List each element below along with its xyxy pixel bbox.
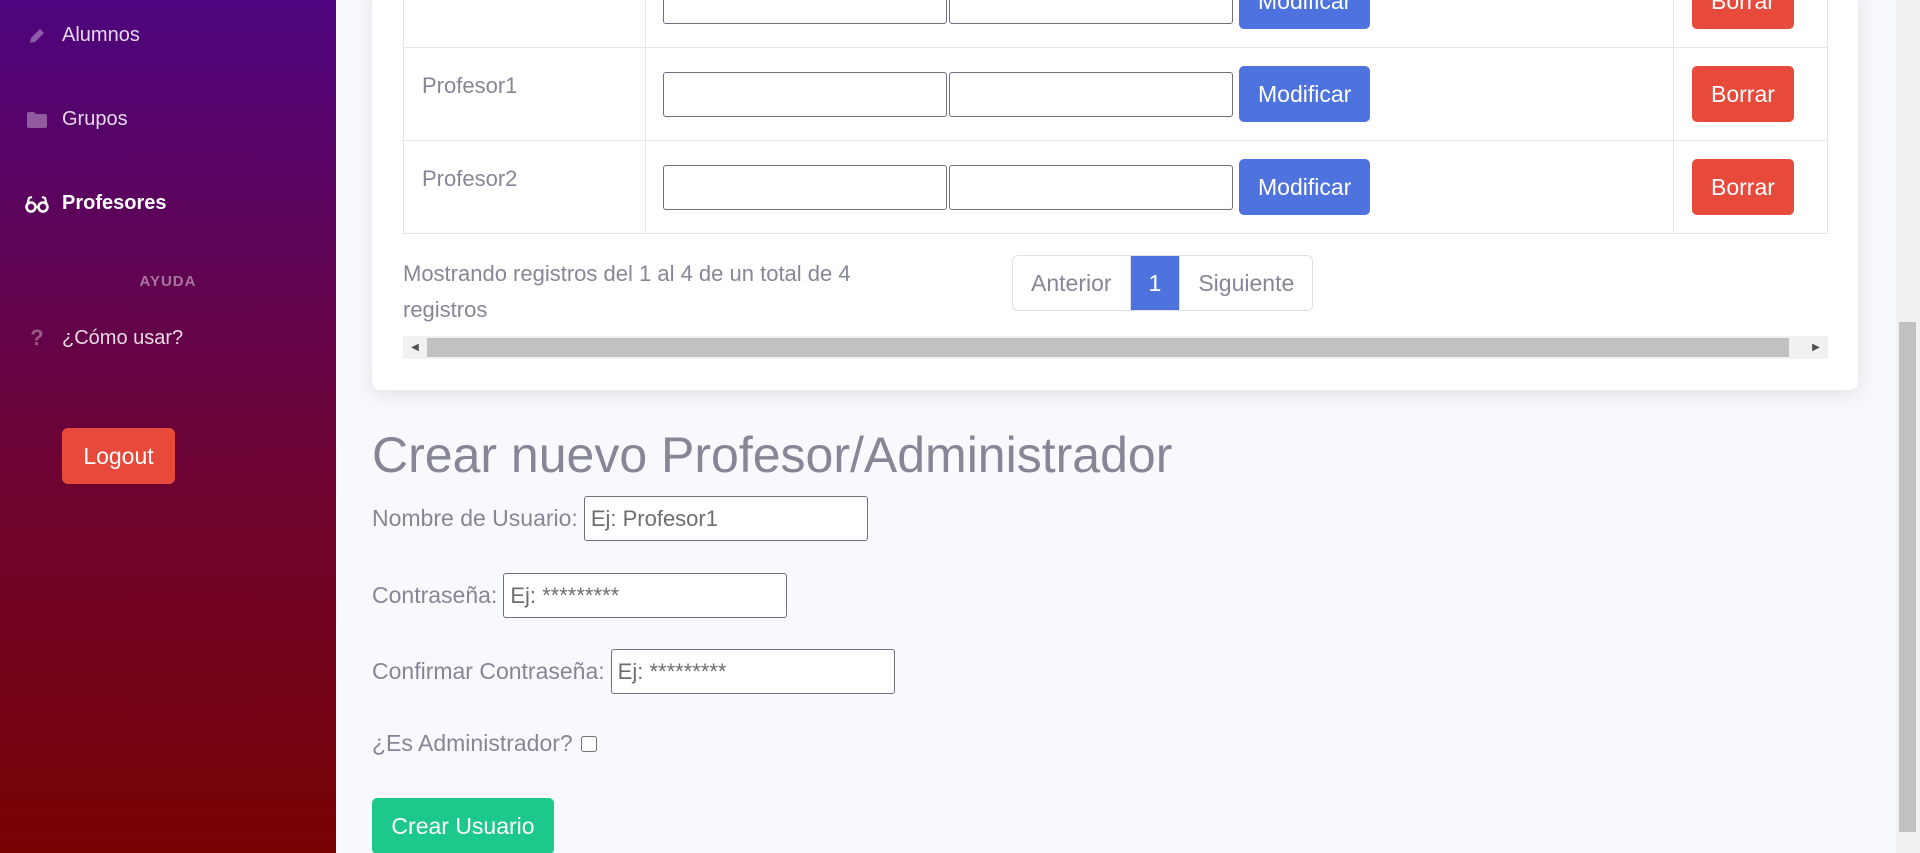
- username-edit-input[interactable]: [663, 0, 947, 24]
- scrollbar-thumb[interactable]: [427, 338, 1789, 357]
- sidebar-item-label: ¿Cómo usar?: [62, 326, 184, 349]
- folder-icon: [25, 111, 49, 129]
- modify-button[interactable]: Modificar: [1239, 0, 1371, 29]
- password-edit-input[interactable]: [949, 164, 1233, 210]
- edit-cell: Modificar: [645, 0, 1674, 48]
- password-input[interactable]: [503, 573, 788, 618]
- sidebar-item-como-usar[interactable]: ? ¿Cómo usar?: [25, 325, 183, 351]
- user-name-cell: [403, 0, 646, 48]
- delete-cell: Borrar: [1673, 140, 1828, 234]
- admin-label: ¿Es Administrador?: [372, 730, 573, 756]
- sidebar-item-profesores[interactable]: Profesores: [25, 192, 167, 215]
- users-table: Modificar Borrar Profesor1 Modificar Bor…: [403, 0, 1828, 234]
- password-edit-input[interactable]: [949, 0, 1233, 24]
- sidebar-item-label: Grupos: [62, 108, 128, 130]
- user-name-cell: Profesor1: [403, 47, 646, 141]
- create-user-button[interactable]: Crear Usuario: [372, 798, 554, 853]
- modify-button[interactable]: Modificar: [1239, 159, 1371, 215]
- admin-row: ¿Es Administrador?: [372, 730, 597, 757]
- table-horizontal-scrollbar[interactable]: ◀ ▶: [403, 336, 1828, 359]
- pagination-previous[interactable]: Anterior: [1013, 256, 1131, 310]
- username-edit-input[interactable]: [663, 71, 947, 117]
- username-input[interactable]: [583, 496, 868, 541]
- pagination-next[interactable]: Siguiente: [1180, 256, 1312, 310]
- username-edit-input[interactable]: [663, 164, 947, 210]
- password-row: Contraseña:: [372, 573, 788, 618]
- confirm-password-row: Confirmar Contraseña:: [372, 649, 895, 694]
- password-edit-input[interactable]: [949, 71, 1233, 117]
- page-vertical-scrollbar[interactable]: [1896, 0, 1920, 853]
- scroll-right-icon[interactable]: ▶: [1804, 336, 1828, 359]
- modify-button[interactable]: Modificar: [1239, 66, 1371, 122]
- edit-cell: Modificar: [645, 47, 1674, 141]
- table-row: Profesor1 Modificar Borrar: [403, 47, 1828, 141]
- glasses-icon: [25, 195, 49, 213]
- sidebar-item-grupos[interactable]: Grupos: [25, 108, 128, 131]
- sidebar-item-alumnos[interactable]: Alumnos: [25, 24, 140, 47]
- scroll-left-icon[interactable]: ◀: [403, 336, 427, 359]
- username-label: Nombre de Usuario:: [372, 505, 578, 531]
- username-row: Nombre de Usuario:: [372, 496, 868, 541]
- password-label: Contraseña:: [372, 582, 498, 608]
- delete-button[interactable]: Borrar: [1692, 66, 1794, 122]
- delete-cell: Borrar: [1673, 0, 1828, 48]
- delete-button[interactable]: Borrar: [1692, 159, 1794, 215]
- confirm-password-label: Confirmar Contraseña:: [372, 658, 605, 684]
- sidebar-item-label: Profesores: [62, 192, 167, 214]
- pencil-icon: [25, 26, 49, 46]
- pagination-page-1[interactable]: 1: [1130, 256, 1181, 310]
- delete-button[interactable]: Borrar: [1692, 0, 1794, 29]
- delete-cell: Borrar: [1673, 47, 1828, 141]
- sidebar: Alumnos Grupos Profesores AYUDA ? ¿Cómo …: [0, 0, 336, 853]
- pagination: Anterior 1 Siguiente: [1012, 255, 1314, 311]
- table-row: Modificar Borrar: [403, 0, 1828, 48]
- form-title: Crear nuevo Profesor/Administrador: [372, 427, 1173, 483]
- confirm-password-input[interactable]: [610, 649, 895, 694]
- table-info: Mostrando registros del 1 al 4 de un tot…: [403, 261, 851, 322]
- scrollbar-thumb[interactable]: [1899, 322, 1916, 832]
- admin-checkbox[interactable]: [580, 735, 597, 752]
- sidebar-item-label: Alumnos: [62, 24, 140, 46]
- sidebar-heading-ayuda: AYUDA: [139, 273, 197, 290]
- table-row: Profesor2 Modificar Borrar: [403, 140, 1828, 234]
- user-name-cell: Profesor2: [403, 140, 646, 234]
- question-icon: ?: [30, 325, 44, 350]
- logout-button[interactable]: Logout: [62, 428, 175, 484]
- edit-cell: Modificar: [645, 140, 1674, 234]
